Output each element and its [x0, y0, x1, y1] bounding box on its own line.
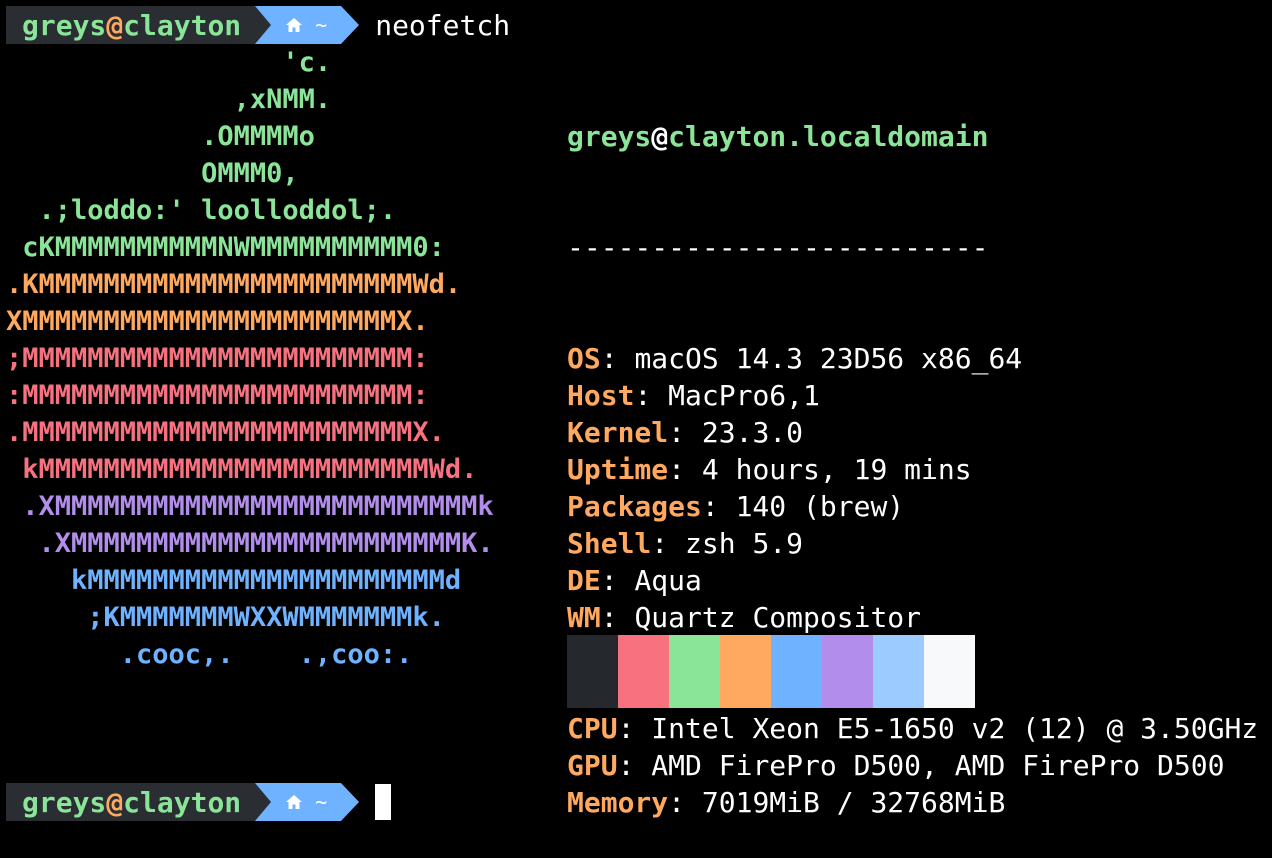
info-colon: : — [701, 490, 736, 523]
logo-line: cKMMMMMMMMMMNWMMMMMMMMMM0: — [6, 232, 445, 263]
logo-line: .KMMMMMMMMMMMMMMMMMMMMMMMWd. — [6, 269, 462, 300]
info-value: 23.3.0 — [701, 416, 804, 449]
prompt-at: @ — [106, 8, 124, 42]
logo-line: 'c. — [6, 47, 332, 78]
info-key: DE — [567, 564, 601, 597]
color-swatch — [618, 635, 669, 708]
prompt-dir: ~ — [315, 790, 328, 814]
system-info: greys@clayton.localdomain --------------… — [567, 44, 1258, 858]
info-colon: : — [634, 379, 669, 412]
color-swatch — [669, 635, 720, 708]
logo-line: OMMM0, — [6, 158, 299, 189]
info-user: greys — [567, 120, 652, 153]
command-text: neofetch — [375, 8, 511, 42]
info-value: 140 (brew) — [735, 490, 905, 523]
info-key: OS — [567, 342, 601, 375]
top-prompt: greys @ clayton ~ neofetch — [6, 6, 510, 44]
info-row: Shell: zsh 5.9 — [567, 525, 1258, 562]
info-colon: : — [651, 527, 686, 560]
info-separator: ------------------------- — [567, 231, 989, 264]
info-row: WM: Quartz Compositor — [567, 599, 1258, 636]
info-colon: : — [600, 601, 635, 634]
prompt-at: @ — [106, 785, 124, 819]
color-swatch — [924, 635, 975, 708]
info-key: Host — [567, 379, 635, 412]
info-row: Kernel: 23.3.0 — [567, 414, 1258, 451]
info-key: Kernel — [567, 416, 669, 449]
logo-line: .OMMMMo — [6, 121, 315, 152]
logo-line: ,xNMM. — [6, 84, 332, 115]
prompt-user: greys — [22, 8, 107, 42]
info-row: DE: Aqua — [567, 562, 1258, 599]
apple-ascii-logo: 'c. ,xNMM. .OMMMMo OMMM0, .;loddo:' lool… — [6, 44, 494, 673]
info-value: macOS 14.3 23D56 x86_64 — [634, 342, 1023, 375]
info-key: Packages — [567, 490, 702, 523]
prompt-dir: ~ — [315, 13, 328, 37]
home-icon — [285, 794, 303, 810]
prompt-user-segment: greys @ clayton — [6, 6, 256, 44]
info-key: Uptime — [567, 453, 669, 486]
info-value: MacPro6,1 — [668, 379, 820, 412]
info-value: Aqua — [634, 564, 702, 597]
logo-line: ;KMMMMMMMWXXWMMMMMMMk. — [6, 602, 445, 633]
info-key: GPU — [567, 749, 618, 782]
logo-line: .;loddo:' loolloddol;. — [6, 195, 397, 226]
prompt-dir-segment: ~ — [255, 783, 360, 821]
logo-line: ;MMMMMMMMMMMMMMMMMMMMMMMM: — [6, 343, 429, 374]
info-row: Uptime: 4 hours, 19 mins — [567, 451, 1258, 488]
info-value: 4 hours, 19 mins — [701, 453, 972, 486]
info-colon: : — [668, 416, 702, 449]
info-row: CPU: Intel Xeon E5-1650 v2 (12) @ 3.50GH… — [567, 710, 1258, 747]
logo-line: kMMMMMMMMMMMMMMMMMMMMMMMMWd. — [6, 454, 478, 485]
info-key: WM — [567, 601, 601, 634]
info-value: AMD FirePro D500, AMD FirePro D500 — [651, 749, 1225, 782]
color-swatch — [822, 635, 873, 708]
logo-line: .MMMMMMMMMMMMMMMMMMMMMMMMX. — [6, 417, 445, 448]
terminal-cursor[interactable] — [375, 784, 392, 820]
color-swatch — [720, 635, 771, 708]
info-host: clayton.localdomain — [668, 120, 989, 153]
logo-line: :MMMMMMMMMMMMMMMMMMMMMMMM: — [6, 380, 429, 411]
info-title: greys@clayton.localdomain — [567, 118, 1258, 155]
info-key: Shell — [567, 527, 652, 560]
prompt-host: clayton — [123, 8, 242, 42]
info-row: Memory: 7019MiB / 32768MiB — [567, 784, 1258, 821]
info-value: Intel Xeon E5-1650 v2 (12) @ 3.50GHz — [651, 712, 1259, 745]
info-row: OS: macOS 14.3 23D56 x86_64 — [567, 340, 1258, 377]
info-at: @ — [651, 120, 669, 153]
info-colon: : — [600, 342, 635, 375]
info-key: CPU — [567, 712, 618, 745]
info-row: Packages: 140 (brew) — [567, 488, 1258, 525]
info-colon: : — [617, 749, 652, 782]
info-colon: : — [600, 564, 635, 597]
logo-line: kMMMMMMMMMMMMMMMMMMMMMMd — [6, 565, 462, 596]
color-swatch — [567, 635, 618, 708]
prompt-user: greys — [22, 785, 107, 819]
color-swatch — [873, 635, 924, 708]
info-value: 7019MiB / 32768MiB — [701, 786, 1006, 819]
color-palette — [567, 635, 975, 708]
home-icon — [285, 17, 303, 33]
info-rows: OS: macOS 14.3 23D56 x86_64 Host: MacPro6… — [567, 340, 1258, 821]
info-colon: : — [668, 453, 702, 486]
logo-line: .XMMMMMMMMMMMMMMMMMMMMMMMMMMk — [6, 491, 494, 522]
info-row: GPU: AMD FirePro D500, AMD FirePro D500 — [567, 747, 1258, 784]
color-swatch — [771, 635, 822, 708]
prompt-dir-segment: ~ — [255, 6, 360, 44]
logo-line: .XMMMMMMMMMMMMMMMMMMMMMMMMK. — [6, 528, 494, 559]
info-row: Host: MacPro6,1 — [567, 377, 1258, 414]
logo-line: XMMMMMMMMMMMMMMMMMMMMMMMX. — [6, 306, 429, 337]
info-colon: : — [668, 786, 702, 819]
prompt-user-segment: greys @ clayton — [6, 783, 256, 821]
info-value: Quartz Compositor — [634, 601, 922, 634]
info-value: zsh 5.9 — [685, 527, 804, 560]
logo-line: .cooc,. .,coo:. — [6, 639, 413, 670]
bottom-prompt: greys @ clayton ~ — [6, 783, 392, 821]
info-key: Memory — [567, 786, 669, 819]
info-colon: : — [617, 712, 652, 745]
prompt-host: clayton — [123, 785, 242, 819]
